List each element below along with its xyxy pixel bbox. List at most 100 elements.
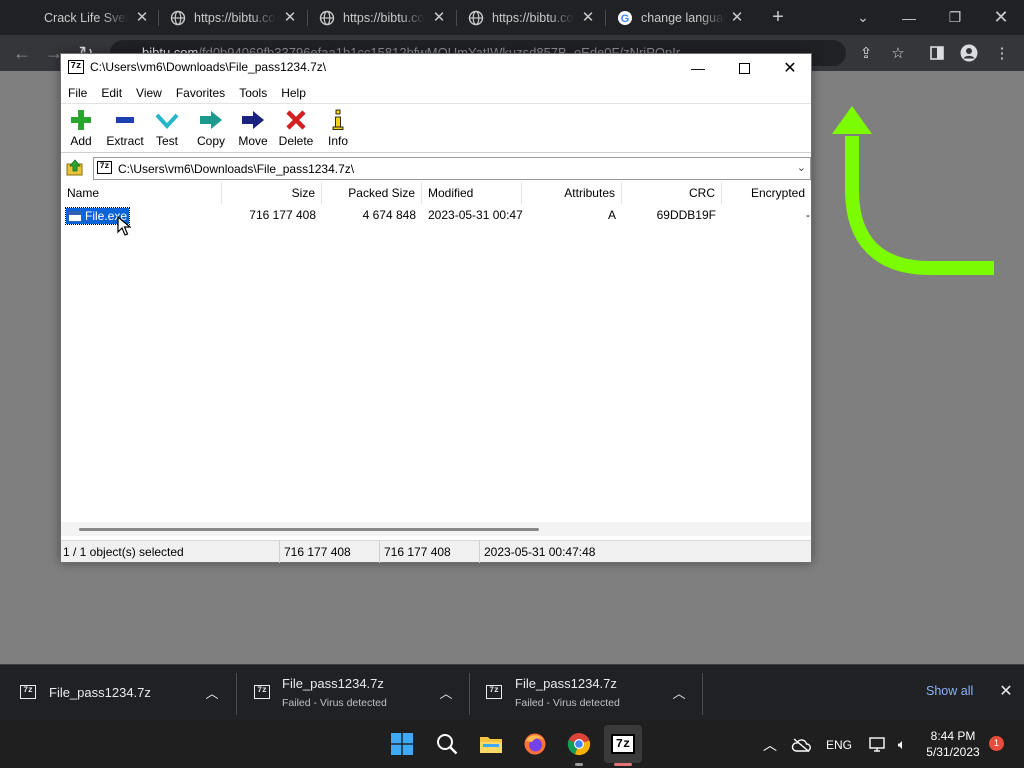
tray-chevron-up-icon[interactable]: ︿	[760, 721, 780, 768]
menu-file[interactable]: File	[61, 86, 94, 100]
download-item-3[interactable]: 7z File_pass1234.7z Failed - Virus detec…	[470, 665, 702, 722]
scrollbar-thumb[interactable]	[79, 528, 539, 531]
tab-bibtu-3[interactable]: https://bibtu.com/ ✕	[468, 0, 596, 35]
clock-time: 8:44 PM	[930, 729, 976, 743]
close-icon[interactable]: ✕	[767, 54, 813, 82]
new-tab-button[interactable]: +	[767, 6, 789, 28]
mouse-cursor-icon	[117, 216, 131, 236]
tool-label: Test	[155, 134, 178, 148]
7zip-title-bar[interactable]: 7z C:\Users\vm6\Downloads\File_pass1234.…	[61, 54, 811, 82]
add-button[interactable]: Add	[67, 108, 95, 152]
minimize-icon[interactable]: —	[675, 54, 721, 82]
menu-bar: File Edit View Favorites Tools Help	[61, 82, 811, 104]
test-button[interactable]: Test	[155, 108, 179, 152]
taskbar: 7z ︿ ENG 🔈︎ 8:44 PM 5/31/2023 1	[0, 721, 1024, 768]
table-row[interactable]: File.exe 716 177 408 4 674 848 2023-05-3…	[61, 205, 811, 225]
file-explorer-icon[interactable]	[477, 730, 505, 758]
svg-text:G: G	[621, 13, 630, 25]
browser-menu-icon[interactable]: ⋮	[991, 42, 1013, 64]
file-encrypted: -	[806, 208, 810, 222]
tab-search-chevron-icon[interactable]: ⌄	[840, 0, 886, 35]
tab-bibtu-1[interactable]: https://bibtu.com/ ✕	[170, 0, 298, 35]
google-icon: G	[617, 10, 633, 26]
tab-bibtu-2[interactable]: https://bibtu.com/ ✕	[319, 0, 447, 35]
delete-button[interactable]: Delete	[279, 108, 313, 152]
browser-restore-icon[interactable]: ❐	[932, 0, 978, 35]
download-item-2[interactable]: 7z File_pass1234.7z Failed - Virus detec…	[237, 665, 469, 722]
horizontal-scrollbar[interactable]	[61, 522, 811, 536]
archive-file-icon: 7z	[20, 685, 36, 699]
copy-button[interactable]: Copy	[195, 108, 227, 152]
tool-label: Extract	[106, 134, 144, 148]
move-button[interactable]: Move	[237, 108, 269, 152]
chevron-up-icon[interactable]: ︿	[671, 683, 687, 702]
tab-close-icon[interactable]: ✕	[134, 9, 150, 26]
minus-icon	[111, 108, 139, 132]
col-name[interactable]: Name	[61, 182, 222, 204]
col-modified[interactable]: Modified	[422, 182, 522, 204]
menu-favorites[interactable]: Favorites	[169, 86, 232, 100]
7zip-taskbar-icon[interactable]: 7z	[609, 730, 637, 758]
browser-minimize-icon[interactable]: —	[886, 0, 932, 35]
col-size[interactable]: Size	[222, 182, 322, 204]
firefox-icon[interactable]	[521, 730, 549, 758]
menu-tools[interactable]: Tools	[232, 86, 274, 100]
close-download-bar-icon[interactable]: ✕	[998, 681, 1014, 701]
tab-close-icon[interactable]: ✕	[282, 9, 298, 26]
menu-edit[interactable]: Edit	[94, 86, 129, 100]
col-packed-size[interactable]: Packed Size	[322, 182, 422, 204]
column-headers: Name Size Packed Size Modified Attribute…	[61, 182, 811, 204]
toolbar: Add Extract Test Copy Move Delete Info	[61, 105, 811, 153]
chevron-down-icon[interactable]: ⌄	[797, 161, 806, 174]
tab-change-language[interactable]: G change language ✕	[617, 0, 745, 35]
menu-view[interactable]: View	[129, 86, 169, 100]
delete-x-icon	[282, 108, 310, 132]
tab-crack-life[interactable]: Crack Life Sven Pro ✕	[44, 0, 150, 35]
language-indicator[interactable]: ENG	[826, 721, 852, 768]
windows-start-icon[interactable]	[388, 730, 416, 758]
annotation-arrow-icon	[832, 106, 994, 275]
bookmark-star-icon[interactable]: ☆	[887, 42, 909, 64]
chevron-up-icon[interactable]: ︿	[438, 683, 454, 702]
path-text: C:\Users\vm6\Downloads\File_pass1234.7z\	[118, 162, 355, 176]
volume-icon[interactable]: 🔈︎	[892, 721, 912, 768]
share-icon[interactable]: ⇪	[855, 42, 877, 64]
browser-tab-bar: Crack Life Sven Pro ✕ https://bibtu.com/…	[0, 0, 1024, 35]
info-button[interactable]: Info	[327, 108, 349, 152]
check-icon	[153, 108, 181, 132]
copy-arrow-icon	[197, 108, 225, 132]
col-encrypted[interactable]: Encrypted	[722, 182, 811, 204]
download-name: File_pass1234.7z	[49, 685, 151, 700]
col-attributes[interactable]: Attributes	[522, 182, 622, 204]
profile-avatar-icon[interactable]	[958, 42, 980, 64]
extract-button[interactable]: Extract	[105, 108, 145, 152]
chrome-running-indicator	[575, 763, 583, 766]
status-packed: 716 177 408	[382, 541, 480, 563]
folder-up-icon[interactable]	[65, 158, 85, 178]
back-arrow-icon[interactable]: ←	[10, 41, 34, 65]
onedrive-offline-icon[interactable]	[790, 721, 812, 768]
notification-badge[interactable]: 1	[989, 736, 1004, 751]
chevron-up-icon[interactable]: ︿	[204, 683, 220, 702]
network-icon[interactable]	[868, 721, 888, 768]
archive-file-icon: 7z	[486, 685, 502, 699]
search-icon[interactable]	[433, 730, 461, 758]
download-item-1[interactable]: 7z File_pass1234.7z ︿	[0, 665, 234, 722]
info-icon	[324, 108, 352, 132]
tab-close-icon[interactable]: ✕	[729, 9, 745, 26]
tab-separator	[456, 10, 457, 26]
tab-title: change language	[641, 10, 725, 25]
globe-icon	[319, 10, 335, 26]
system-clock[interactable]: 8:44 PM 5/31/2023	[920, 728, 986, 760]
tab-close-icon[interactable]: ✕	[431, 9, 447, 26]
7zip-active-indicator	[614, 763, 632, 766]
tab-close-icon[interactable]: ✕	[580, 9, 596, 26]
browser-close-icon[interactable]: ✕	[978, 0, 1024, 35]
show-all-link[interactable]: Show all	[926, 684, 973, 698]
menu-help[interactable]: Help	[274, 86, 313, 100]
path-input[interactable]: 7z C:\Users\vm6\Downloads\File_pass1234.…	[93, 157, 811, 180]
maximize-icon[interactable]	[721, 54, 767, 82]
col-crc[interactable]: CRC	[622, 182, 722, 204]
side-panel-icon[interactable]	[926, 42, 948, 64]
chrome-icon[interactable]	[565, 730, 593, 758]
